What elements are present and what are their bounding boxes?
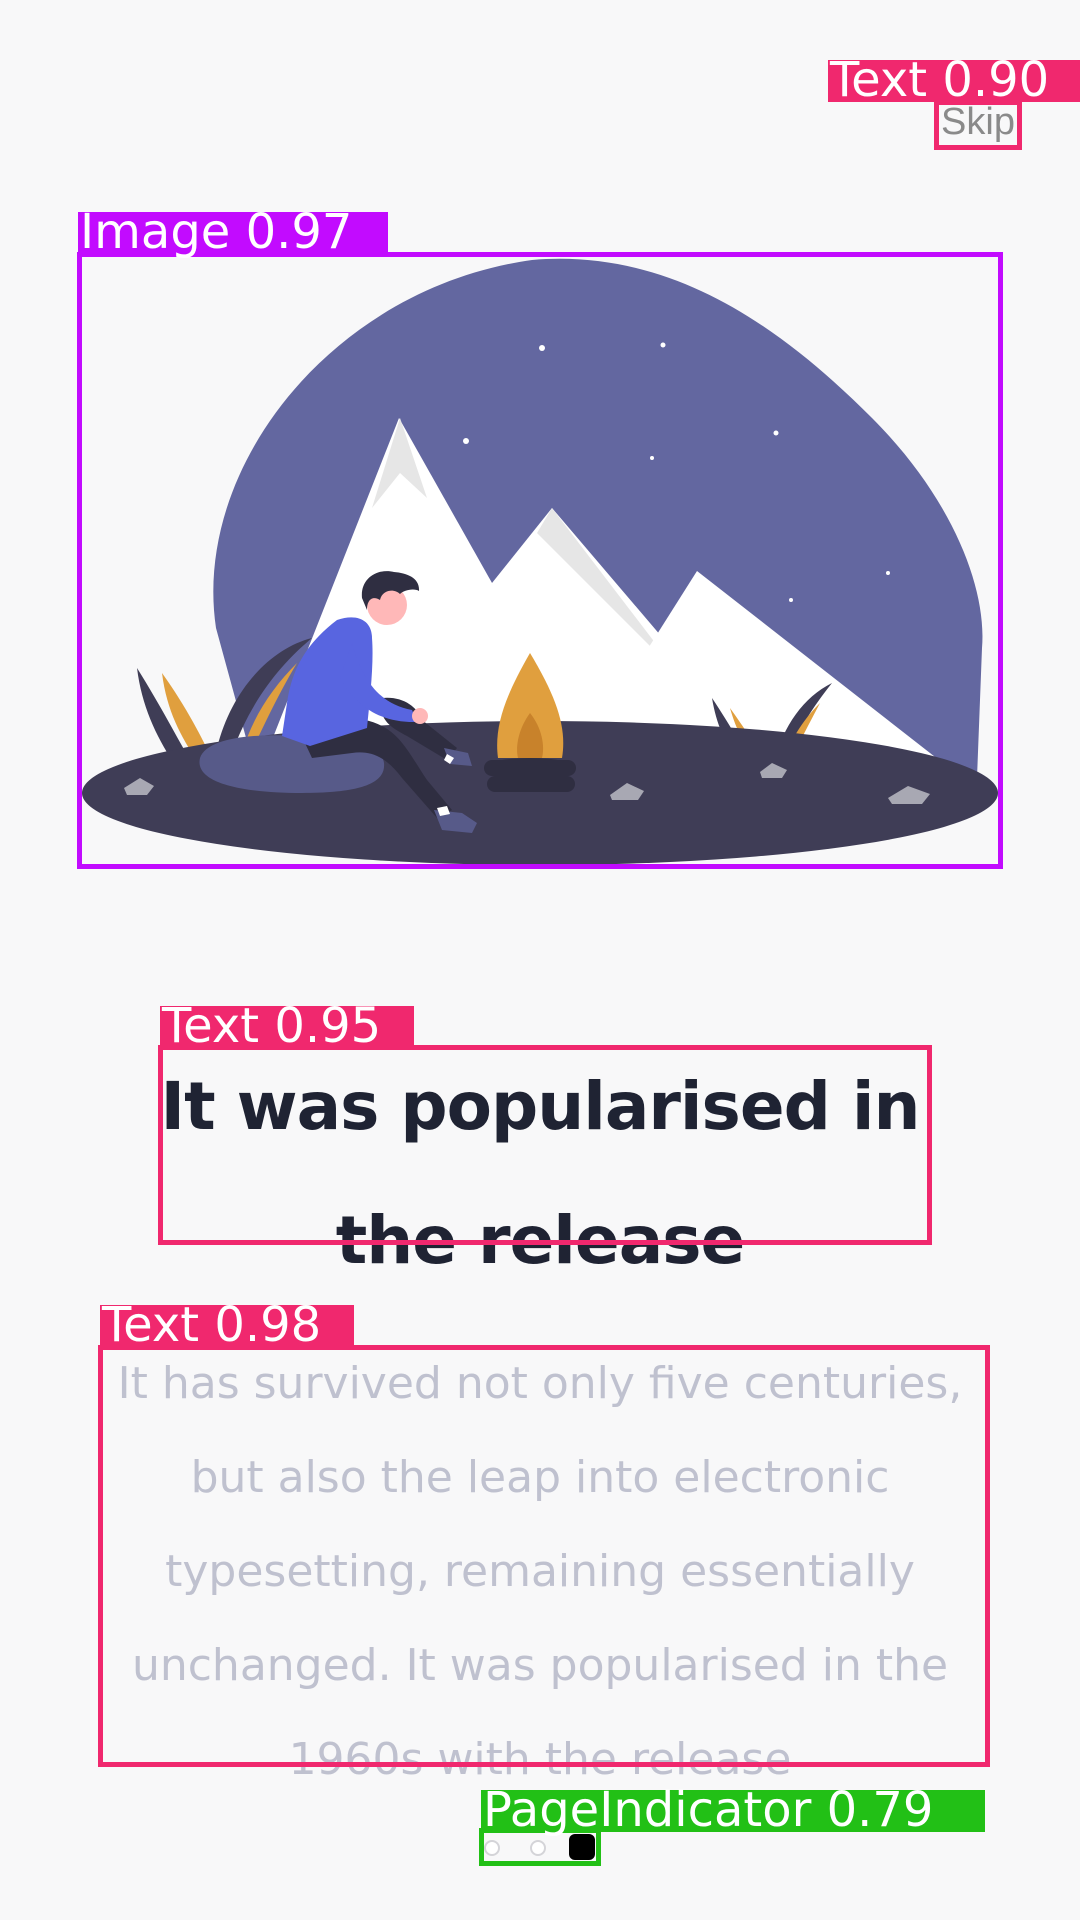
- description-detection-label: Text 0.98: [100, 1301, 354, 1349]
- skip-detection-label: Text 0.90: [828, 56, 1080, 104]
- description-detection-box: [98, 1345, 990, 1767]
- title-detection-label: Text 0.95: [160, 1002, 414, 1050]
- image-detection-label: Image 0.97: [78, 208, 388, 256]
- image-detection-box: [77, 252, 1003, 869]
- title-detection-box: [158, 1045, 932, 1245]
- page-indicator-detection-label: PageIndicator 0.79: [481, 1786, 985, 1834]
